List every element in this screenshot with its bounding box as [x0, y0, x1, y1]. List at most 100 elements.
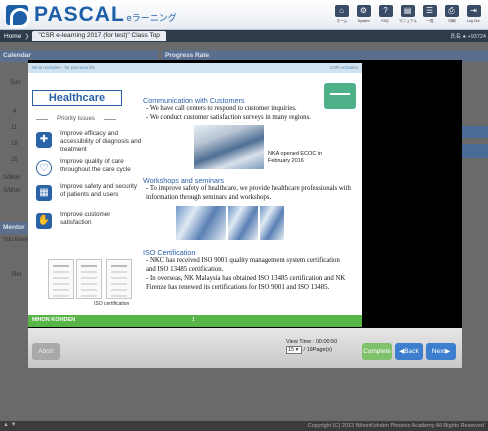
stethoscope-icon: ♡ — [36, 160, 52, 176]
list-icon: ☰ — [422, 5, 437, 17]
page-indicator: 15 ▾ / 19Page(s) — [286, 346, 337, 354]
print-icon: ⎙ — [444, 5, 459, 17]
toolbar-list-button[interactable]: ☰ 一覧 — [419, 3, 440, 27]
calendar-cell: 18 — [11, 141, 18, 147]
workshop-photo — [228, 206, 258, 240]
background-side-button — [462, 126, 488, 138]
calendar-cell: 25 — [11, 157, 18, 163]
page-select[interactable]: 15 ▾ — [286, 346, 302, 354]
chevron-right-icon: ❯ — [24, 33, 30, 40]
priority-issue: ▦ Improve safety and security of patient… — [36, 183, 140, 207]
back-button[interactable]: ◀Back — [395, 343, 423, 360]
calendar-cell: S/Mon — [3, 175, 21, 181]
mentor-text: You have — [3, 237, 28, 243]
logo-text: PASCAL — [34, 3, 125, 26]
slide: Nihon Kohden - for precious life CSR Act… — [28, 63, 362, 327]
next-label: Next — [431, 348, 446, 355]
page-total: / 19Page(s) — [303, 347, 332, 353]
breadcrumb-class-tab[interactable]: "CSR e-learning 2017 (for test)" Class T… — [32, 31, 166, 41]
view-time: View Time : 00:00:50 15 ▾ / 19Page(s) — [286, 339, 337, 354]
mentor-panel-title: Mentor — [0, 222, 28, 234]
slide-area: Nihon Kohden - for precious life CSR Act… — [28, 60, 462, 328]
page-current: 15 — [288, 347, 295, 353]
workshops-title: Workshops and seminars — [143, 176, 224, 185]
iso-line: - In overseas, NK Malaysia has obtained … — [146, 275, 346, 291]
toolbar-manual-button[interactable]: ▤ マニュアル — [397, 3, 418, 27]
calendar-cell: 4 — [13, 109, 17, 115]
scroll-arrows-icon[interactable]: ▲ ▼ — [3, 422, 17, 428]
nihon-kohden-logo: NIHON KOHDEN — [32, 317, 76, 323]
priority-issue: ✋ Improve customer satisfaction — [36, 211, 140, 235]
page-footer: ▲ ▼ Copyright (C) 2013 NihonKohden Phoen… — [0, 421, 488, 431]
slide-header: Nihon Kohden - for precious life — [28, 63, 362, 73]
background-side-button — [462, 144, 488, 158]
priority-issue-text: Improve safety and security of patients … — [60, 183, 137, 198]
iso-certificate-image — [48, 259, 74, 299]
slide-footer: NIHON KOHDEN 1 — [28, 315, 362, 327]
logout-icon: ⇥ — [466, 5, 481, 17]
toolbar-print-button[interactable]: ⎙ 印刷 — [441, 3, 462, 27]
viewer-controls: Abort View Time : 00:00:50 15 ▾ / 19Page… — [28, 328, 462, 368]
handshake-icon: ✋ — [36, 213, 52, 229]
header-toolbar: ⌂ ホーム ⚙ System ? FAQ ▤ マニュアル ☰ 一覧 ⎙ 印刷 ⇥ Log Ou… — [331, 3, 484, 27]
workshops-line: - To improve safety of healthcare, we pr… — [146, 185, 351, 201]
toolbar-label: System — [357, 18, 370, 23]
communication-line: - We conduct customer satisfaction surve… — [146, 114, 311, 121]
abort-button[interactable]: Abort — [32, 343, 60, 360]
toolbar-label: 一覧 — [425, 18, 434, 23]
breadcrumb-home-link[interactable]: Home — [0, 33, 21, 40]
calendar-cell: Sun — [10, 80, 21, 86]
back-label: Back — [404, 348, 419, 355]
toolbar-faq-button[interactable]: ? FAQ — [375, 3, 396, 27]
toolbar-logout-button[interactable]: ⇥ Log Out — [463, 3, 484, 27]
priority-issue-text: Improve customer satisfaction — [60, 211, 111, 226]
call-center-photo — [194, 125, 264, 169]
toolbar-label: Log Out — [467, 18, 480, 23]
hospital-icon: ▦ — [36, 185, 52, 201]
next-button[interactable]: Next▶ — [426, 343, 456, 360]
toolbar-label: マニュアル — [398, 18, 417, 23]
logo-subtitle: eラーニング — [126, 13, 177, 23]
user-info: 氏名 ● +93724 — [450, 34, 486, 40]
priority-issues-title: Priority Issues — [36, 116, 116, 122]
iso-line: - NKC has received ISO 9001 quality mana… — [146, 257, 340, 273]
toolbar-system-button[interactable]: ⚙ System — [353, 3, 374, 27]
plus-icon: ✚ — [36, 132, 52, 148]
slide-heading: Healthcare — [32, 90, 122, 106]
faq-icon: ? — [378, 5, 393, 17]
workshop-photo — [260, 206, 284, 240]
toolbar-home-button[interactable]: ⌂ ホーム — [331, 3, 352, 27]
calendar-cell: S/Mon — [3, 188, 21, 194]
toolbar-label: ホーム — [336, 18, 347, 23]
return-link[interactable]: Ret — [12, 272, 21, 278]
app-header: PASCAL eラーニング ⌂ ホーム ⚙ System ? FAQ ▤ マニュアル ☰… — [0, 0, 488, 30]
priority-issue-text: Improve quality of care throughout the c… — [60, 158, 131, 173]
view-time-label: View Time : 00:00:50 — [286, 339, 338, 345]
pascal-logo: PASCAL eラーニング — [6, 3, 177, 28]
iso-certificate-image — [76, 259, 102, 299]
toolbar-label: 印刷 — [447, 18, 456, 23]
calendar-cell: 11 — [11, 125, 18, 131]
call-center-caption: NKA opened ECOC in February 2016 — [268, 151, 323, 164]
priority-issue: ✚ Improve efficacy and accessibility of … — [36, 130, 142, 154]
manual-icon: ▤ — [400, 5, 415, 17]
system-icon: ⚙ — [356, 5, 371, 17]
toolbar-label: FAQ — [381, 18, 390, 23]
slide-header-right: CSR Activities — [329, 65, 358, 70]
communication-line: - We have call centers to respond to cus… — [146, 105, 297, 112]
iso-certificate-image — [106, 259, 132, 299]
iso-caption: ISO certification — [94, 301, 130, 307]
course-viewer-modal: Nihon Kohden - for precious life CSR Act… — [28, 60, 462, 368]
iso-title: ISO Certification — [143, 248, 196, 257]
home-icon: ⌂ — [334, 5, 349, 17]
chevron-right-icon: ▶ — [445, 348, 451, 355]
workshop-photo — [176, 206, 226, 240]
copyright-text: Copyright (C) 2013 NihonKohden Phoenix A… — [307, 423, 484, 429]
communication-title: Communication with Customers — [143, 96, 245, 105]
breadcrumb: Home ❯ "CSR e-learning 2017 (for test)" … — [0, 30, 488, 42]
slide-page-number: 1 — [192, 317, 196, 323]
priority-issue: ♡ Improve quality of care throughout the… — [36, 158, 140, 182]
complete-button[interactable]: Complete — [362, 343, 392, 360]
logo-mark-icon — [6, 5, 30, 28]
priority-issue-text: Improve efficacy and accessibility of di… — [60, 130, 142, 153]
